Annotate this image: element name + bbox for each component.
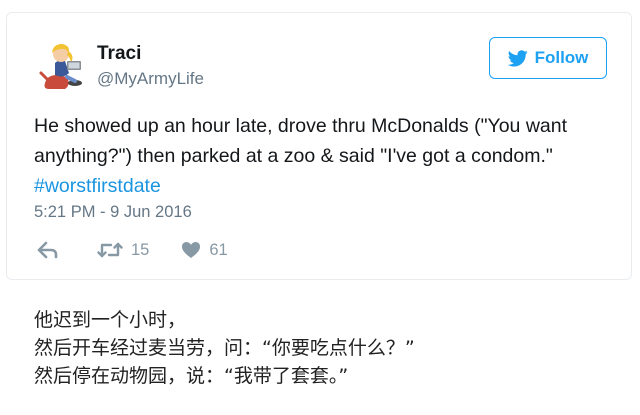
follow-button[interactable]: Follow [489, 37, 607, 79]
user-handle[interactable]: @MyArmyLife [97, 69, 204, 89]
avatar[interactable] [37, 39, 91, 93]
retweet-icon [97, 242, 123, 258]
bird-icon [507, 49, 528, 66]
caption-line: 他迟到一个小时， [34, 309, 187, 331]
display-name[interactable]: Traci [97, 43, 141, 65]
cartoon-character-avatar-icon [37, 39, 91, 93]
caption-line: 然后停在动物园，说：“我带了套套。” [34, 365, 349, 387]
tweet-text: He showed up an hour late, drove thru Mc… [34, 111, 604, 201]
like-count: 61 [209, 240, 228, 259]
tweet-body: He showed up an hour late, drove thru Mc… [34, 115, 568, 167]
tweet-card: Traci @MyArmyLife Follow He showed up an… [6, 12, 632, 280]
reply-icon [37, 241, 58, 259]
heart-icon [182, 242, 201, 258]
like-button[interactable]: 61 [181, 240, 228, 260]
follow-label: Follow [534, 48, 589, 67]
tweet-actions: 15 61 [37, 238, 228, 262]
caption-line: 然后开车经过麦当劳，问：“你要吃点什么？” [34, 337, 415, 359]
retweet-count: 15 [131, 240, 150, 259]
retweet-button[interactable]: 15 [97, 241, 149, 260]
chinese-caption: 他迟到一个小时， 然后开车经过麦当劳，问：“你要吃点什么？” 然后停在动物园，说… [34, 306, 415, 390]
reply-button[interactable] [37, 241, 59, 259]
tweet-timestamp[interactable]: 5:21 PM - 9 Jun 2016 [34, 203, 192, 222]
hashtag-link[interactable]: #worstfirstdate [34, 175, 161, 197]
